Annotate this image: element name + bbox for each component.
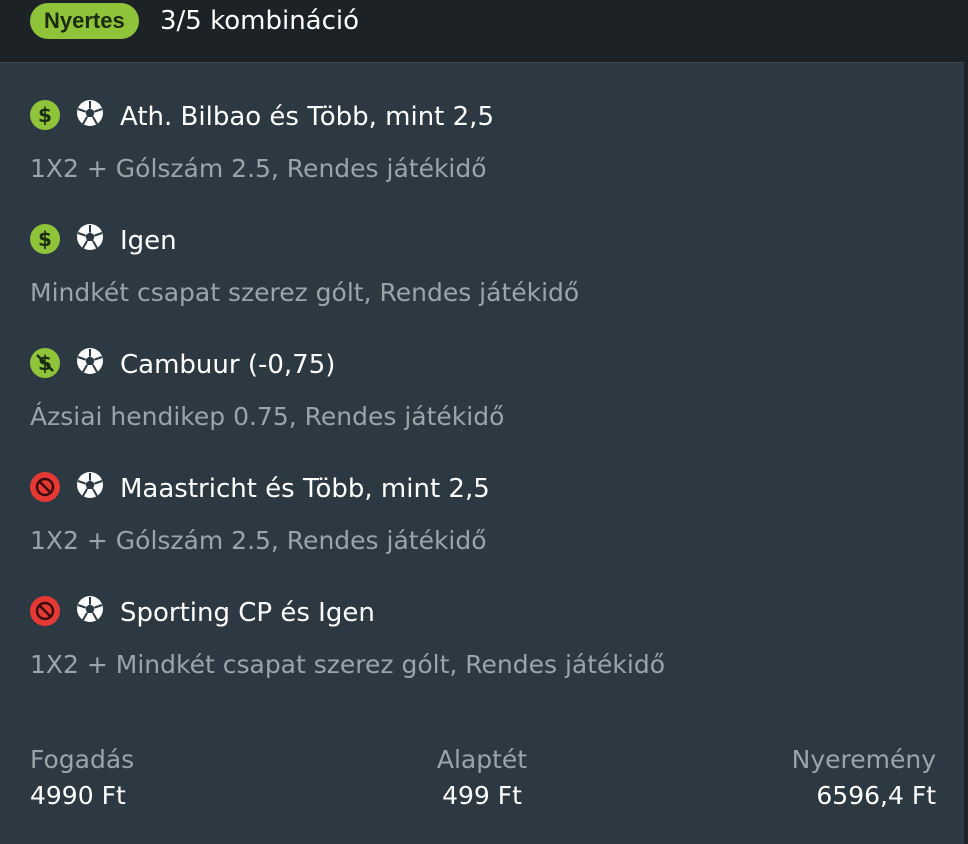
bet-item[interactable]: $ Igen Mindkét csapat szerez gólt, Rende…	[30, 222, 930, 307]
stake-summary: Fogadás 4990 Ft	[30, 742, 134, 814]
winnings-label: Nyeremény	[791, 745, 936, 774]
svg-text:$: $	[38, 103, 52, 127]
combination-title: 3/5 kombináció	[160, 6, 360, 36]
bet-item[interactable]: Sporting CP és Igen 1X2 + Mindkét csapat…	[30, 594, 930, 679]
soccer-ball-icon	[75, 346, 105, 376]
bet-selection: Cambuur (-0,75)	[120, 350, 336, 380]
soccer-ball-icon	[75, 594, 105, 624]
bet-selection: Igen	[120, 226, 177, 256]
stake-label: Fogadás	[30, 745, 135, 774]
bet-selection: Maastricht és Több, mint 2,5	[120, 474, 490, 504]
bet-market: Mindkét csapat szerez gólt, Rendes játék…	[30, 278, 580, 307]
base-stake-summary: Alaptét 499 Ft	[382, 742, 582, 814]
bet-selection: Sporting CP és Igen	[120, 598, 375, 628]
dollar-icon: $	[30, 100, 60, 130]
status-badge: Nyertes	[30, 3, 139, 39]
soccer-ball-icon	[75, 470, 105, 500]
winnings-value: 6596,4 Ft	[816, 781, 936, 810]
bet-item[interactable]: Maastricht és Több, mint 2,5 1X2 + Gólsz…	[30, 470, 930, 555]
bet-selection: Ath. Bilbao és Több, mint 2,5	[120, 102, 494, 132]
right-edge-divider	[964, 62, 968, 844]
bet-market: 1X2 + Gólszám 2.5, Rendes játékidő	[30, 526, 487, 555]
base-stake-label: Alaptét	[436, 745, 528, 774]
stake-value: 4990 Ft	[30, 781, 126, 810]
bet-market: Ázsiai hendikep 0.75, Rendes játékidő	[30, 402, 505, 431]
dollar-crossed-icon: $	[30, 348, 60, 378]
soccer-ball-icon	[75, 98, 105, 128]
bet-item[interactable]: $ Cambuur (-0,75) Ázsiai hendikep 0.75, …	[30, 346, 930, 431]
bet-item[interactable]: $ Ath. Bilbao és Több, mint 2,5 1X2 + Gó…	[30, 98, 930, 183]
header-bar: Nyertes 3/5 kombináció	[0, 0, 968, 63]
base-stake-value: 499 Ft	[442, 781, 522, 810]
svg-text:$: $	[38, 227, 52, 251]
prohibited-icon	[30, 472, 60, 502]
prohibited-icon	[30, 596, 60, 626]
bet-market: 1X2 + Gólszám 2.5, Rendes játékidő	[30, 154, 487, 183]
winnings-summary: Nyeremény 6596,4 Ft	[792, 742, 936, 814]
bet-market: 1X2 + Mindkét csapat szerez gólt, Rendes…	[30, 650, 665, 679]
soccer-ball-icon	[75, 222, 105, 252]
dollar-icon: $	[30, 224, 60, 254]
